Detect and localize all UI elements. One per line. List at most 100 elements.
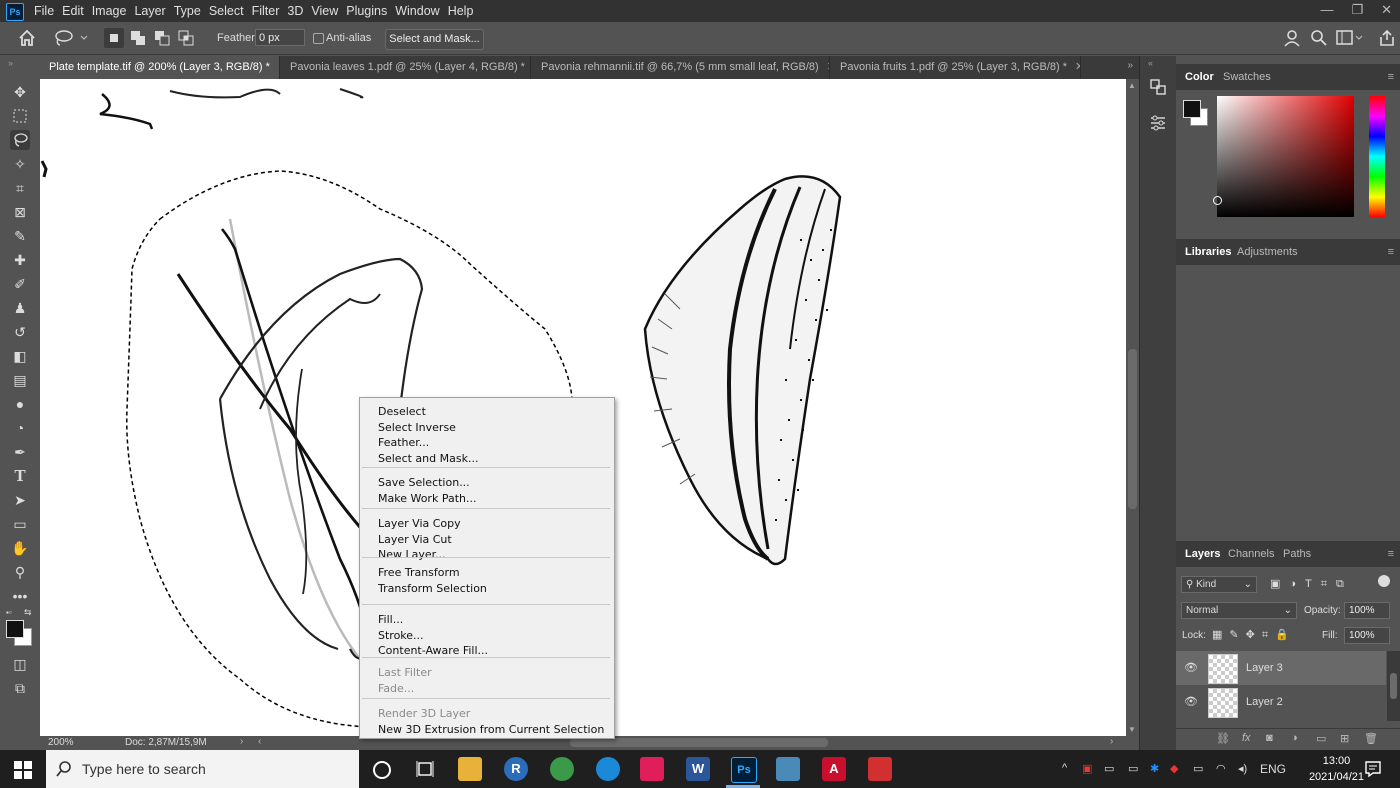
add-mask-icon[interactable]: ◙ bbox=[1266, 732, 1273, 744]
search-icon[interactable] bbox=[1310, 29, 1328, 47]
menu-item-fill[interactable]: Fill... bbox=[378, 613, 403, 627]
menu-item-save-selection[interactable]: Save Selection... bbox=[378, 476, 470, 490]
panel-foreground-swatch[interactable] bbox=[1183, 100, 1201, 118]
lasso-preset-picker[interactable] bbox=[48, 27, 96, 49]
dodge-tool-icon[interactable]: ◔ bbox=[10, 418, 30, 438]
menu-item-select-and-mask[interactable]: Select and Mask... bbox=[378, 452, 478, 466]
tab-pavonia-fruits[interactable]: Pavonia fruits 1.pdf @ 25% (Layer 3, RGB… bbox=[831, 56, 1081, 79]
fill-input[interactable]: 100% bbox=[1344, 627, 1390, 644]
close-tab-icon[interactable]: ✕ bbox=[278, 61, 279, 73]
share-user-icon[interactable] bbox=[1284, 29, 1302, 47]
app-icon[interactable] bbox=[868, 757, 892, 781]
menu-item-select-inverse[interactable]: Select Inverse bbox=[378, 421, 456, 435]
scroll-up-icon[interactable]: ▲ bbox=[1128, 81, 1136, 90]
marquee-tool-icon[interactable] bbox=[10, 106, 30, 126]
delete-layer-icon[interactable]: 🗑 bbox=[1364, 732, 1378, 745]
properties-panel-icon[interactable] bbox=[1149, 114, 1167, 132]
close-tab-icon[interactable]: ✕ bbox=[827, 61, 829, 73]
layer-filter-kind[interactable]: ⚲ Kind ⌄ bbox=[1181, 576, 1257, 593]
horizontal-scroll-thumb[interactable] bbox=[570, 738, 828, 747]
restore-icon[interactable]: ❐ bbox=[1351, 2, 1363, 18]
menu-item-layer-via-copy[interactable]: Layer Via Copy bbox=[378, 517, 461, 531]
menu-item-content-aware-fill[interactable]: Content-Aware Fill... bbox=[378, 644, 488, 658]
volume-icon[interactable]: ◂) bbox=[1238, 762, 1247, 775]
tab-pavonia-rehmannii[interactable]: Pavonia rehmannii.tif @ 66,7% (5 mm smal… bbox=[532, 56, 830, 79]
tabs-overflow-icon[interactable]: » bbox=[1127, 60, 1133, 71]
color-picker-field[interactable] bbox=[1213, 96, 1354, 217]
opacity-input[interactable]: 100% bbox=[1344, 602, 1390, 619]
new-group-icon[interactable]: ▭ bbox=[1316, 732, 1326, 745]
hand-tool-icon[interactable]: ✋ bbox=[10, 538, 30, 558]
lock-icons[interactable]: ▦✎✥⌗🔒 bbox=[1212, 628, 1296, 642]
subtract-from-selection-icon[interactable] bbox=[152, 28, 172, 48]
bluetooth-icon[interactable]: ✱ bbox=[1150, 762, 1159, 775]
blur-tool-icon[interactable]: ● bbox=[10, 394, 30, 414]
layer-row-layer-2[interactable]: 👁 Layer 2 bbox=[1176, 685, 1386, 719]
home-icon[interactable] bbox=[18, 29, 36, 47]
task-view-icon[interactable] bbox=[416, 760, 434, 778]
menu-image[interactable]: Image bbox=[92, 4, 133, 18]
menu-item-deselect[interactable]: Deselect bbox=[378, 405, 426, 419]
file-explorer-icon[interactable] bbox=[458, 757, 482, 781]
photoshop-icon[interactable]: Ps bbox=[731, 757, 757, 783]
layers-scrollbar[interactable] bbox=[1387, 651, 1400, 721]
crop-tool-icon[interactable]: ⌗ bbox=[10, 178, 30, 198]
taskbar-search[interactable]: Type here to search bbox=[46, 750, 359, 788]
slack-icon[interactable] bbox=[640, 757, 664, 781]
feather-input[interactable] bbox=[255, 29, 305, 46]
menu-layer[interactable]: Layer bbox=[134, 4, 171, 18]
menu-item-new-3d-extrusion-from-current-selection[interactable]: New 3D Extrusion from Current Selection bbox=[378, 723, 604, 737]
menu-plugins[interactable]: Plugins bbox=[346, 4, 393, 18]
screen-mode-icon[interactable]: ⧉ bbox=[10, 678, 30, 698]
swap-colors-icon[interactable]: ⇆ bbox=[24, 607, 32, 618]
default-colors-icon[interactable]: ▪▫ bbox=[6, 608, 12, 617]
color-picker-cursor[interactable] bbox=[1213, 196, 1222, 205]
menu-file[interactable]: File bbox=[34, 4, 60, 18]
panel-menu-icon[interactable]: ≡ bbox=[1388, 548, 1394, 560]
panel-collapse-icon[interactable]: » bbox=[8, 58, 13, 68]
filter-toggle-icon[interactable] bbox=[1378, 575, 1390, 587]
link-layers-icon[interactable]: ⛓ bbox=[1216, 732, 1230, 745]
edge-icon[interactable] bbox=[596, 757, 620, 781]
eraser-tool-icon[interactable]: ◧ bbox=[10, 346, 30, 366]
anti-alias-checkbox[interactable] bbox=[313, 33, 324, 44]
menu-item-stroke[interactable]: Stroke... bbox=[378, 629, 424, 643]
tray-app-icon[interactable]: ▭ bbox=[1128, 762, 1138, 775]
more-tools-icon[interactable]: ••• bbox=[10, 586, 30, 606]
menu-item-transform-selection[interactable]: Transform Selection bbox=[378, 582, 487, 596]
menu-item-layer-via-cut[interactable]: Layer Via Cut bbox=[378, 533, 452, 547]
magic-wand-tool-icon[interactable]: ✧ bbox=[10, 154, 30, 174]
blend-mode-select[interactable]: Normal ⌄ bbox=[1181, 602, 1297, 619]
cortana-icon[interactable] bbox=[373, 761, 391, 779]
frame-tool-icon[interactable]: ⊠ bbox=[10, 202, 30, 222]
adjustment-layer-icon[interactable]: ◑ bbox=[1291, 732, 1298, 744]
share-icon[interactable] bbox=[1378, 29, 1396, 47]
language-indicator[interactable]: ENG bbox=[1260, 762, 1286, 776]
pen-tool-icon[interactable]: ✒ bbox=[10, 442, 30, 462]
history-panel-icon[interactable] bbox=[1149, 78, 1167, 96]
new-selection-button[interactable] bbox=[104, 28, 124, 48]
workspace-icon[interactable] bbox=[1336, 29, 1364, 47]
tab-plate-template[interactable]: Plate template.tif @ 200% (Layer 3, RGB/… bbox=[40, 56, 280, 79]
path-selection-tool-icon[interactable]: ➤ bbox=[10, 490, 30, 510]
scroll-down-icon[interactable]: ▼ bbox=[1128, 725, 1136, 734]
menu-item-free-transform[interactable]: Free Transform bbox=[378, 566, 460, 580]
foreground-color-swatch[interactable] bbox=[6, 620, 24, 638]
clone-stamp-tool-icon[interactable]: ♟ bbox=[10, 298, 30, 318]
menu-item-feather[interactable]: Feather... bbox=[378, 436, 429, 450]
new-layer-icon[interactable]: ⊞ bbox=[1340, 732, 1349, 745]
hue-slider[interactable] bbox=[1369, 96, 1385, 217]
tray-app-icon[interactable]: ▣ bbox=[1082, 762, 1092, 775]
close-tab-icon[interactable]: ✕ bbox=[1075, 61, 1080, 73]
antivirus-icon[interactable]: ◆ bbox=[1170, 762, 1178, 775]
close-icon[interactable]: ✕ bbox=[1381, 2, 1392, 18]
history-brush-tool-icon[interactable]: ↺ bbox=[10, 322, 30, 342]
system-clock[interactable]: 13:00 2021/04/21 bbox=[1309, 753, 1364, 785]
menu-edit[interactable]: Edit bbox=[62, 4, 90, 18]
move-tool-icon[interactable]: ✥ bbox=[10, 82, 30, 102]
menu-window[interactable]: Window bbox=[395, 4, 445, 18]
chrome-icon[interactable] bbox=[550, 757, 574, 781]
battery-icon[interactable]: ▭ bbox=[1193, 762, 1203, 775]
layer-filter-icons[interactable]: ▣◑T⌗⧉ bbox=[1270, 577, 1353, 591]
eye-icon[interactable]: 👁 bbox=[1184, 661, 1198, 674]
